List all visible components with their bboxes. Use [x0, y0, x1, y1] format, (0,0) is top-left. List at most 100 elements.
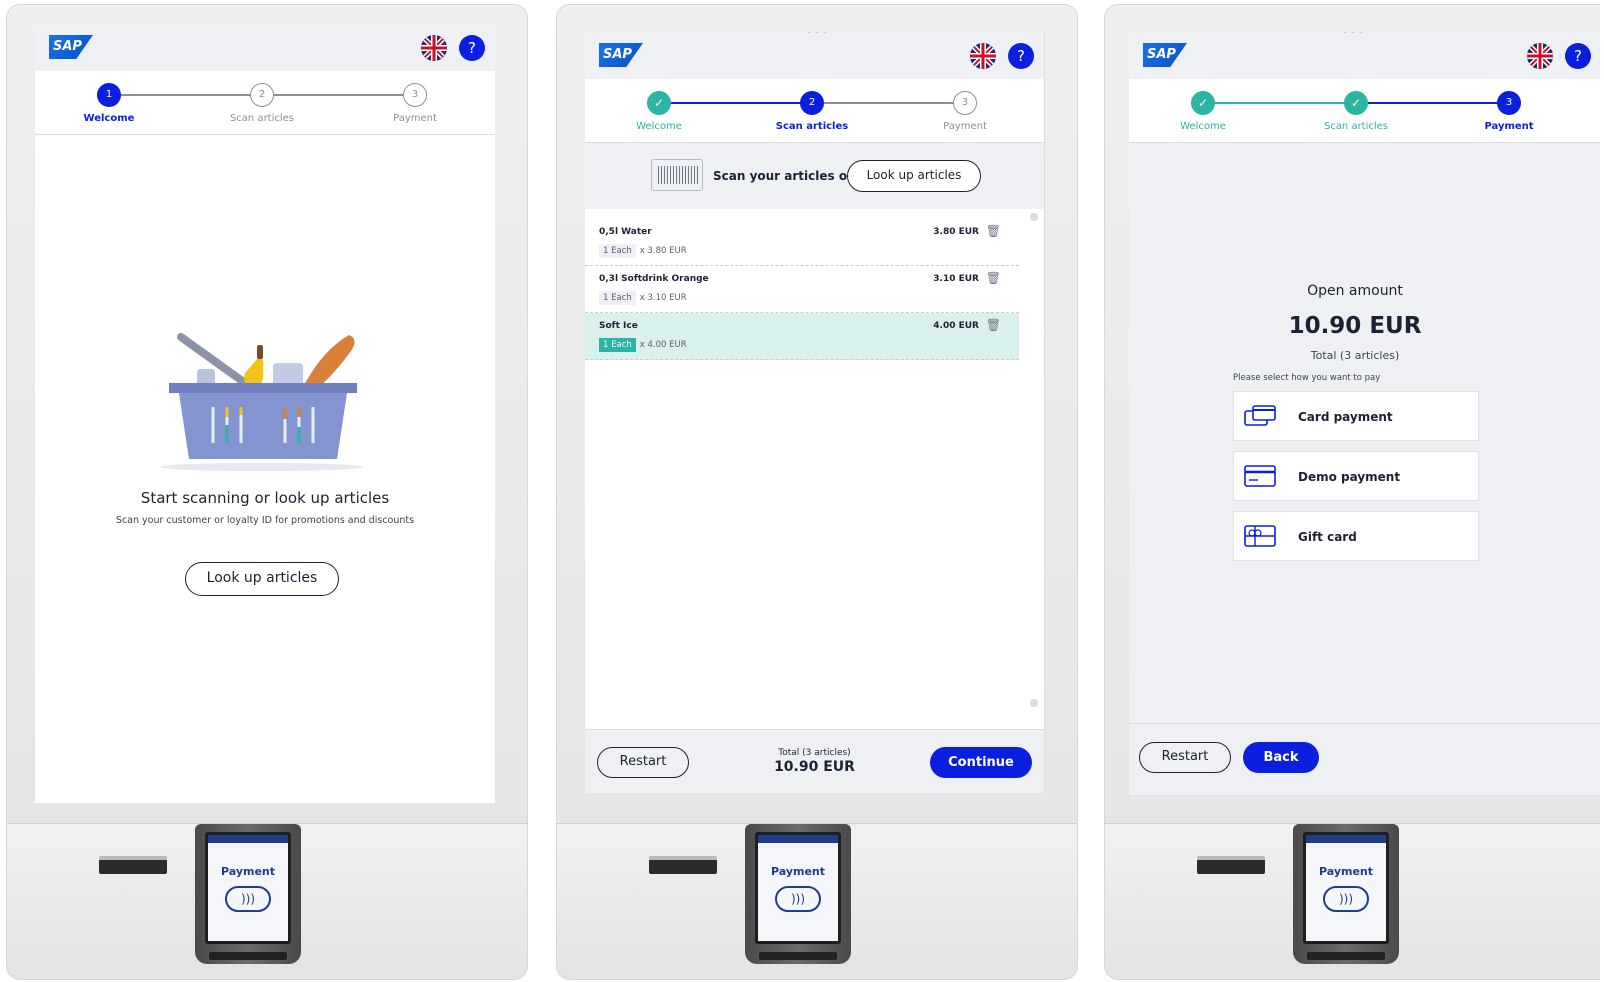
payment-screen: SAP ? ✓ ✓ 3 Welcome Scan articles Paymen… [1129, 33, 1600, 795]
scroll-down-handle[interactable] [1030, 699, 1038, 707]
app-header: SAP ? [1129, 33, 1600, 79]
look-up-articles-button[interactable]: Look up articles [185, 562, 339, 596]
app-header: SAP ? [35, 25, 495, 71]
barcode-icon [651, 159, 703, 191]
step-label-scan: Scan articles [1323, 121, 1389, 132]
back-button[interactable]: Back [1243, 742, 1319, 773]
article-quantity: 1 Each x 3.80 EUR [599, 244, 687, 258]
shopping-basket-icon [161, 333, 363, 471]
step-connector [274, 94, 414, 96]
sap-logo: SAP [49, 35, 93, 59]
progress-steps: ✓ ✓ 3 Welcome Scan articles Payment [1129, 79, 1600, 143]
footer-bar: Restart Total (3 articles) 10.90 EUR Con… [585, 729, 1044, 793]
step-1-indicator: 1 [97, 83, 121, 107]
app-header: SAP ? [585, 33, 1044, 79]
gift-card-icon [1244, 525, 1276, 547]
step-connector [119, 94, 262, 96]
article-price: 3.80 EUR [933, 227, 979, 237]
terminal-nav-bar [759, 952, 837, 960]
progress-steps: ✓ 2 3 Welcome Scan articles Payment [585, 79, 1044, 143]
terminal-label: Payment [770, 865, 826, 878]
article-price: 4.00 EUR [933, 321, 979, 331]
terminal-status-bar [208, 835, 288, 843]
step-label-scan: Scan articles [775, 121, 849, 132]
step-label-payment: Payment [943, 121, 987, 132]
article-quantity: 1 Each x 4.00 EUR [599, 338, 687, 352]
scan-screen: SAP ? ✓ 2 3 Welcome Scan articles Paymen… [585, 33, 1045, 793]
terminal-screen: Payment ))) [755, 832, 841, 944]
unit-price: x 4.00 EUR [639, 340, 687, 350]
continue-button[interactable]: Continue [930, 747, 1032, 778]
scrollbar[interactable] [1030, 213, 1038, 713]
step-3-indicator: 3 [953, 91, 977, 115]
scan-bar: Scan your articles or Look up articles [585, 143, 1044, 209]
article-name: Soft Ice [599, 321, 638, 331]
kiosk-scan: SAP ? ✓ 2 3 Welcome Scan articles Paymen… [556, 4, 1078, 980]
terminal-nav-bar [209, 952, 287, 960]
welcome-screen: SAP ? 1 2 3 Welcome Scan articles Paymen… [35, 25, 495, 803]
help-button[interactable]: ? [1565, 43, 1591, 69]
uk-flag-icon[interactable] [1527, 43, 1553, 69]
quantity-badge[interactable]: 1 Each [599, 291, 636, 305]
terminal-label: Payment [220, 865, 276, 878]
step-connector [1213, 102, 1356, 104]
card-slot [1197, 856, 1265, 874]
step-1-done-check-icon: ✓ [647, 91, 671, 115]
demo-payment-label: Demo payment [1298, 470, 1401, 484]
terminal-status-bar [1306, 835, 1386, 843]
article-name: 0,3l Softdrink Orange [599, 274, 709, 284]
welcome-subtitle: Scan your customer or loyalty ID for pro… [115, 515, 415, 526]
terminal-nav-bar [1307, 952, 1385, 960]
quantity-badge[interactable]: 1 Each [599, 244, 636, 258]
sap-logo: SAP [1143, 43, 1187, 67]
kiosk-payment: SAP ? ✓ ✓ 3 Welcome Scan articles Paymen… [1104, 4, 1600, 980]
trash-icon[interactable]: 🗑 [986, 224, 1001, 238]
restart-button[interactable]: Restart [1139, 742, 1231, 773]
sap-logo: SAP [599, 43, 643, 67]
step-connector [669, 102, 812, 104]
gift-card-label: Gift card [1298, 530, 1357, 544]
terminal-screen: Payment ))) [205, 832, 291, 944]
step-label-payment: Payment [393, 113, 437, 124]
kiosk-welcome: SAP ? 1 2 3 Welcome Scan articles Paymen… [6, 4, 528, 980]
terminal-status-bar [758, 835, 838, 843]
help-button[interactable]: ? [459, 35, 485, 61]
contactless-icon: ))) [1323, 886, 1369, 912]
uk-flag-icon[interactable] [421, 35, 447, 61]
payment-terminal: Payment ))) [745, 824, 851, 964]
unit-price: x 3.10 EUR [639, 293, 687, 303]
card-payment-option[interactable]: Card payment [1233, 391, 1479, 441]
payment-hint: Please select how you want to pay [1233, 373, 1381, 383]
progress-steps: 1 2 3 Welcome Scan articles Payment [35, 71, 495, 135]
terminal-label: Payment [1318, 865, 1374, 878]
article-name: 0,5l Water [599, 227, 652, 237]
look-up-articles-button[interactable]: Look up articles [847, 160, 981, 192]
card-payment-label: Card payment [1298, 410, 1393, 424]
gift-card-option[interactable]: Gift card [1233, 511, 1479, 561]
article-row[interactable]: 0,5l Water 3.80 EUR 🗑 1 Each x 3.80 EUR [585, 219, 1019, 266]
trash-icon[interactable]: 🗑 [986, 271, 1001, 285]
article-row-selected[interactable]: Soft Ice 4.00 EUR 🗑 1 Each x 4.00 EUR [585, 313, 1019, 360]
payment-terminal: Payment ))) [195, 824, 301, 964]
card-payment-icon [1244, 405, 1276, 426]
article-price: 3.10 EUR [933, 274, 979, 284]
kiosk-base: Payment ))) [1105, 823, 1600, 979]
step-label-payment: Payment [1484, 121, 1534, 132]
open-amount-title: Open amount [1307, 283, 1403, 299]
welcome-title: Start scanning or look up articles [140, 489, 390, 507]
kiosk-base: Payment ))) [7, 823, 527, 979]
unit-price: x 3.80 EUR [639, 246, 687, 256]
step-2-indicator: 2 [250, 83, 274, 107]
help-button[interactable]: ? [1008, 43, 1034, 69]
kiosk-base: Payment ))) [557, 823, 1077, 979]
quantity-badge[interactable]: 1 Each [599, 338, 636, 352]
article-row[interactable]: 0,3l Softdrink Orange 3.10 EUR 🗑 1 Each x… [585, 266, 1019, 313]
step-label-welcome: Welcome [83, 113, 135, 124]
scroll-up-handle[interactable] [1030, 213, 1038, 221]
demo-payment-option[interactable]: Demo payment [1233, 451, 1479, 501]
card-slot [649, 856, 717, 874]
trash-icon[interactable]: 🗑 [986, 318, 1001, 332]
open-amount-value: 10.90 EUR [1288, 313, 1422, 339]
uk-flag-icon[interactable] [970, 43, 996, 69]
step-2-done-check-icon: ✓ [1344, 91, 1368, 115]
